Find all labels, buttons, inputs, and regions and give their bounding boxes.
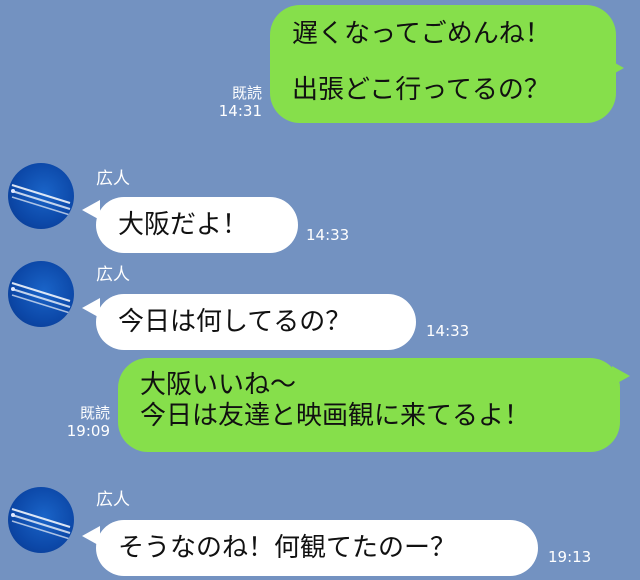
message-bubble-incoming[interactable]: そうなのね！何観てたのー？ [96, 520, 538, 576]
message-text: 出張どこ行ってるの？ [292, 75, 550, 105]
contact-avatar[interactable] [8, 261, 74, 327]
message-time: 19:09 [66, 422, 110, 440]
message-bubble-incoming[interactable]: 今日は何してるの？ [96, 294, 416, 350]
message-time: 19:13 [548, 548, 592, 566]
read-receipt: 既読 14:31 [212, 84, 262, 120]
message-bubble-incoming[interactable]: 大阪だよ！ [96, 197, 298, 253]
read-label: 既読 [231, 84, 262, 102]
sky-contrail-avatar-icon [11, 508, 71, 540]
read-label: 既読 [79, 404, 110, 422]
message-bubble-outgoing[interactable]: 遅くなってごめんね！ 出張どこ行ってるの？ [270, 5, 616, 123]
sky-contrail-avatar-icon [11, 184, 71, 216]
message-text: 大阪だよ！ [118, 210, 249, 240]
message-text: 大阪いいね〜 [140, 370, 297, 400]
message-text: 今日は友達と映画観に来てるよ！ [140, 401, 531, 431]
message-text: 今日は何してるの？ [118, 307, 352, 337]
read-receipt: 既読 19:09 [60, 404, 110, 440]
message-time: 14:33 [426, 322, 470, 340]
message-text: 遅くなってごめんね！ [292, 19, 551, 49]
message-bubble-outgoing[interactable]: 大阪いいね〜 今日は友達と映画観に来てるよ！ [118, 358, 620, 452]
contact-avatar[interactable] [8, 163, 74, 229]
sender-name: 広人 [96, 169, 130, 189]
sender-name: 広人 [96, 265, 130, 285]
sky-contrail-avatar-icon [11, 282, 71, 314]
message-time: 14:31 [218, 102, 262, 120]
contact-avatar[interactable] [8, 487, 74, 553]
message-time: 14:33 [306, 226, 350, 244]
sender-name: 広人 [96, 490, 130, 510]
message-text: そうなのね！何観てたのー？ [118, 533, 457, 563]
